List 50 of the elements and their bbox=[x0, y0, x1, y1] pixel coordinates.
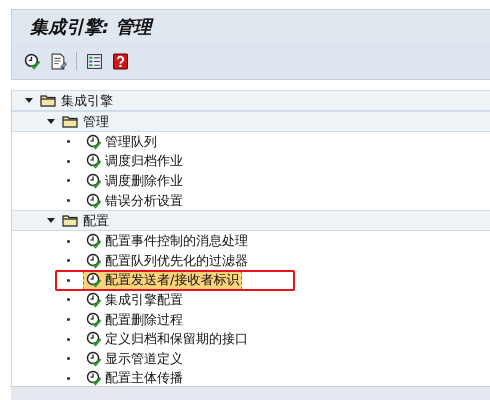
clock-check-icon bbox=[86, 350, 102, 367]
clock-check-icon bbox=[86, 192, 102, 209]
bullet-icon bbox=[67, 259, 70, 262]
clock-check-icon bbox=[86, 172, 102, 189]
bullet-icon bbox=[67, 298, 70, 302]
tree-item[interactable]: 配置队列优先化的过滤器 bbox=[83, 251, 251, 270]
help-icon[interactable] bbox=[112, 52, 129, 70]
tree-item[interactable]: 集成引擎配置 bbox=[83, 290, 186, 310]
list-icon[interactable] bbox=[86, 52, 103, 70]
folder-icon bbox=[40, 94, 56, 107]
clock-check-icon bbox=[86, 331, 102, 348]
tree-item[interactable]: 调度删除作业 bbox=[83, 171, 186, 190]
tree-item[interactable]: 配置删除过程 bbox=[83, 310, 186, 330]
clock-check-icon bbox=[86, 272, 102, 288]
toolbar-separator bbox=[76, 52, 77, 70]
clock-check-icon bbox=[86, 292, 102, 308]
bullet-icon bbox=[67, 199, 70, 202]
tree-item[interactable]: 配置主体传播 bbox=[83, 368, 186, 388]
tree-item[interactable]: 错误分析设置 bbox=[83, 191, 186, 210]
clock-check-icon bbox=[86, 134, 102, 150]
tree-item[interactable]: 配置事件控制的消息处理 bbox=[83, 232, 251, 251]
bullet-icon bbox=[67, 278, 70, 282]
clock-check-icon bbox=[86, 312, 102, 328]
bullet-icon bbox=[67, 240, 70, 243]
tree-item[interactable]: 调度归档作业 bbox=[83, 152, 186, 171]
folder-icon bbox=[62, 214, 78, 228]
bullet-icon bbox=[67, 318, 70, 322]
bullet-icon bbox=[67, 357, 70, 360]
clock-check-icon bbox=[86, 370, 102, 386]
document-edit-icon[interactable] bbox=[50, 52, 67, 70]
tree-item[interactable]: 管理队列 bbox=[83, 132, 160, 152]
bullet-icon bbox=[67, 338, 70, 341]
expanded-triangle-icon[interactable] bbox=[47, 216, 55, 225]
folder-label[interactable]: 管理 bbox=[83, 112, 109, 130]
folder-label[interactable]: 集成引擎 bbox=[61, 92, 113, 110]
window-title: 集成引擎: 管理 bbox=[30, 14, 152, 38]
tree-item[interactable]: 显示管道定义 bbox=[83, 349, 186, 368]
expanded-triangle-icon[interactable] bbox=[47, 118, 55, 126]
bullet-icon bbox=[67, 179, 70, 182]
bullet-icon bbox=[67, 140, 70, 144]
clock-check-icon bbox=[86, 233, 102, 250]
clock-check-icon bbox=[86, 153, 102, 170]
clock-check-icon bbox=[86, 252, 102, 269]
folder-icon bbox=[62, 115, 78, 128]
folder-label[interactable]: 配置 bbox=[83, 212, 109, 230]
bullet-icon bbox=[67, 376, 70, 380]
clock-check-icon[interactable] bbox=[24, 52, 41, 70]
bullet-icon bbox=[67, 160, 70, 163]
expanded-triangle-icon[interactable] bbox=[25, 96, 33, 104]
tree-item[interactable]: 定义归档和保留期的接口 bbox=[83, 330, 251, 349]
